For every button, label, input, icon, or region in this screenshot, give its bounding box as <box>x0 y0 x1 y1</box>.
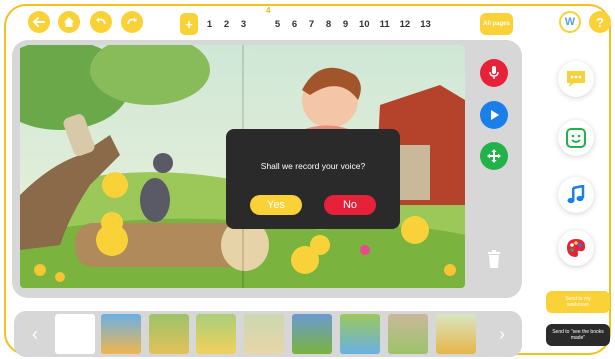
help-button[interactable]: ? <box>589 11 611 33</box>
all-pages-button[interactable]: All pages <box>480 13 513 35</box>
microphone-icon <box>489 66 499 79</box>
page-11[interactable]: 11 <box>380 19 390 30</box>
add-page-button[interactable]: + <box>180 13 198 35</box>
page-thumbnail[interactable] <box>292 314 332 354</box>
page-7[interactable]: 7 <box>308 19 315 30</box>
undo-icon <box>96 17 106 25</box>
undo-button[interactable] <box>90 11 112 33</box>
page-thumbnail[interactable] <box>149 314 189 354</box>
send-to-workroom-label: Send to my workroom <box>565 296 591 308</box>
current-page-indicator: 4 <box>266 6 271 15</box>
page-13[interactable]: 13 <box>420 19 431 30</box>
record-voice-button[interactable] <box>480 59 508 87</box>
paint-tool[interactable] <box>558 230 594 266</box>
delete-button[interactable] <box>480 245 508 273</box>
page-6[interactable]: 6 <box>291 19 298 30</box>
yes-button[interactable]: Yes <box>250 195 302 215</box>
speech-bubble-tool[interactable] <box>558 61 594 97</box>
arrow-left-icon <box>33 17 45 27</box>
music-tool[interactable] <box>558 177 594 213</box>
paint-palette-icon <box>567 239 586 257</box>
strip-prev-button[interactable]: ‹ <box>28 320 42 348</box>
home-icon <box>64 17 74 27</box>
no-button[interactable]: No <box>324 195 376 215</box>
page-9[interactable]: 9 <box>342 19 349 30</box>
page-thumbnail[interactable] <box>340 314 380 354</box>
send-to-books-made-label: Send to "see the books made" <box>552 329 604 341</box>
strip-next-button[interactable]: › <box>495 320 509 348</box>
page-2[interactable]: 2 <box>223 19 230 30</box>
page-thumbnail[interactable] <box>55 314 95 354</box>
record-voice-dialog: Shall we record your voice? Yes No <box>226 129 400 229</box>
speech-bubble-icon <box>567 71 585 87</box>
play-button[interactable] <box>480 101 508 129</box>
send-to-books-made-button[interactable]: Send to "see the books made" <box>546 324 610 346</box>
move-button[interactable] <box>480 142 508 170</box>
app-logo-button[interactable]: W <box>559 11 581 33</box>
send-to-workroom-button[interactable]: Send to my workroom <box>546 291 610 313</box>
smiley-sticker-icon <box>566 128 586 148</box>
page-3[interactable]: 3 <box>240 19 247 30</box>
page-5[interactable]: 5 <box>274 19 281 30</box>
music-note-icon <box>567 185 585 204</box>
page-thumbnail[interactable] <box>196 314 236 354</box>
page-thumbnail[interactable] <box>101 314 141 354</box>
help-icon: ? <box>596 14 604 30</box>
add-page-label: + <box>185 16 193 32</box>
page-thumbnail[interactable] <box>388 314 428 354</box>
page-8[interactable]: 8 <box>325 19 332 30</box>
logo-letter: W <box>564 16 576 28</box>
page-10[interactable]: 10 <box>359 19 370 30</box>
page-thumbnail[interactable] <box>436 314 476 354</box>
redo-button[interactable] <box>121 11 143 33</box>
home-button[interactable] <box>58 11 80 33</box>
page-12[interactable]: 12 <box>400 19 411 30</box>
play-icon <box>491 110 499 120</box>
page-number-list: 1 2 3 5 6 7 8 9 10 11 12 13 <box>206 13 441 35</box>
app-root: + 1 2 3 5 6 7 8 9 10 11 12 13 4 All page… <box>0 0 615 359</box>
page-thumbnail[interactable] <box>244 314 284 354</box>
trash-icon <box>488 250 500 268</box>
move-icon <box>487 149 501 163</box>
redo-icon <box>127 17 137 25</box>
back-button[interactable] <box>28 11 50 33</box>
dialog-question: Shall we record your voice? <box>260 161 366 171</box>
page-1[interactable]: 1 <box>206 19 213 30</box>
sticker-tool[interactable] <box>558 120 594 156</box>
